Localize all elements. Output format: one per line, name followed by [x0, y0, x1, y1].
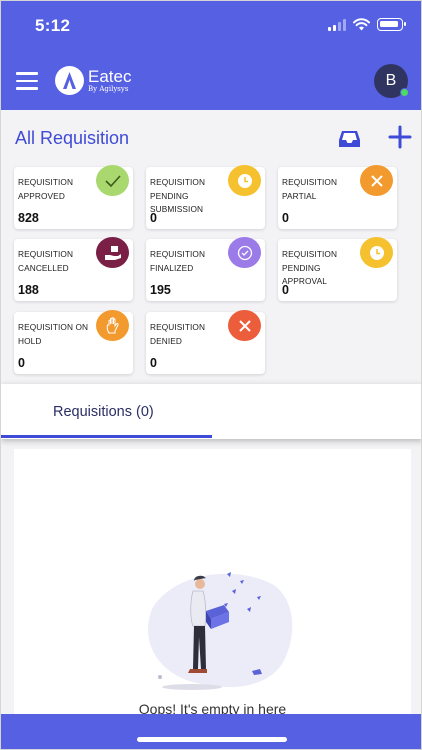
eatec-logo-icon [55, 66, 84, 95]
bottom-bar [1, 714, 421, 749]
online-status-dot [400, 88, 409, 97]
brand-logo: Eatec By Agilysys [55, 66, 131, 95]
wifi-icon [353, 18, 370, 31]
tab-requisitions[interactable]: Requisitions (0) [53, 404, 154, 420]
cellular-signal-icon [328, 18, 346, 31]
status-time: 5:12 [35, 16, 71, 35]
brand-tagline: By Agilysys [88, 85, 129, 93]
check-circle-icon [228, 237, 261, 268]
active-tab-indicator [1, 435, 212, 438]
status-card-approved[interactable]: REQUISITION APPROVED 828 [14, 165, 133, 229]
card-count: 0 [282, 211, 289, 225]
status-card-pending-approval[interactable]: REQUISITION PENDING APPROVAL 0 [278, 237, 397, 301]
hand-icon [96, 310, 129, 341]
add-icon[interactable] [388, 125, 412, 149]
hand-box-icon [96, 237, 129, 268]
app-header: 5:12 Eatec By Agilysys B [1, 1, 421, 110]
inbox-icon[interactable] [338, 129, 361, 149]
clock-icon [228, 165, 261, 196]
card-label: REQUISITION CANCELLED [18, 249, 74, 273]
status-card-cancelled[interactable]: REQUISITION CANCELLED 188 [14, 237, 133, 301]
card-count: 0 [282, 283, 289, 297]
page-title: All Requisition [15, 128, 130, 148]
empty-state-panel: Oops! It's empty in here [14, 449, 411, 719]
card-label: REQUISITION APPROVED [18, 177, 74, 201]
status-card-denied[interactable]: REQUISITION DENIED 0 [146, 310, 265, 374]
card-label: REQUISITION PENDING APPROVAL [282, 249, 338, 286]
battery-icon [377, 18, 406, 31]
status-card-on-hold[interactable]: REQUISITION ON HOLD 0 [14, 310, 133, 374]
clock-icon [360, 237, 393, 268]
status-card-pending-submission[interactable]: REQUISITION PENDING SUBMISSION 0 [146, 165, 265, 229]
card-label: REQUISITION DENIED [150, 322, 206, 346]
card-count: 0 [150, 356, 157, 370]
check-icon [96, 165, 129, 196]
card-count: 0 [18, 356, 25, 370]
status-card-finalized[interactable]: REQUISITION FINALIZED 195 [146, 237, 265, 301]
tab-bar: Requisitions (0) [1, 384, 421, 439]
brand-text: Eatec By Agilysys [88, 68, 131, 93]
status-bar: 5:12 [1, 1, 421, 51]
card-count: 828 [18, 211, 39, 225]
close-icon [228, 310, 261, 341]
close-icon [360, 165, 393, 196]
card-count: 195 [150, 283, 171, 297]
home-indicator[interactable] [137, 737, 287, 742]
brand-name: Eatec [88, 67, 132, 86]
card-count: 188 [18, 283, 39, 297]
menu-button[interactable] [16, 72, 38, 90]
empty-box-illustration [148, 572, 293, 690]
card-label: REQUISITION PENDING SUBMISSION [150, 177, 206, 214]
card-label: REQUISITION ON HOLD [18, 322, 89, 346]
card-count: 0 [150, 211, 157, 225]
app-screen: 5:12 Eatec By Agilysys B All Requisition… [0, 0, 422, 750]
status-card-partial[interactable]: REQUISITION PARTIAL 0 [278, 165, 397, 229]
card-label: REQUISITION PARTIAL [282, 177, 338, 201]
card-label: REQUISITION FINALIZED [150, 249, 206, 273]
status-icons [328, 18, 406, 31]
